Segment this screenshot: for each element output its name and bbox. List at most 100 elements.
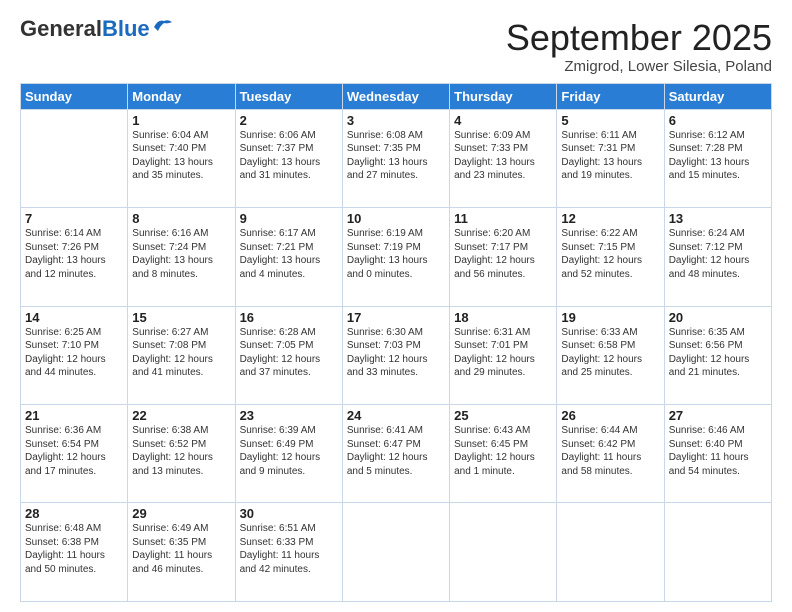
day-info: Sunrise: 6:06 AMSunset: 7:37 PMDaylight:… [240, 129, 338, 183]
day-info: Sunrise: 6:36 AMSunset: 6:54 PMDaylight:… [25, 424, 123, 478]
calendar-cell [557, 503, 664, 602]
day-info: Sunrise: 6:43 AMSunset: 6:45 PMDaylight:… [454, 424, 552, 478]
day-info: Sunrise: 6:48 AMSunset: 6:38 PMDaylight:… [25, 522, 123, 576]
day-info: Sunrise: 6:28 AMSunset: 7:05 PMDaylight:… [240, 326, 338, 380]
calendar-cell: 20Sunrise: 6:35 AMSunset: 6:56 PMDayligh… [664, 306, 771, 404]
calendar-week-1: 7Sunrise: 6:14 AMSunset: 7:26 PMDaylight… [21, 208, 772, 306]
day-number: 17 [347, 310, 445, 325]
calendar-cell: 19Sunrise: 6:33 AMSunset: 6:58 PMDayligh… [557, 306, 664, 404]
calendar-week-0: 1Sunrise: 6:04 AMSunset: 7:40 PMDaylight… [21, 109, 772, 207]
calendar-cell [450, 503, 557, 602]
day-info: Sunrise: 6:22 AMSunset: 7:15 PMDaylight:… [561, 227, 659, 281]
day-info: Sunrise: 6:35 AMSunset: 6:56 PMDaylight:… [669, 326, 767, 380]
day-number: 20 [669, 310, 767, 325]
day-number: 10 [347, 211, 445, 226]
calendar-cell: 1Sunrise: 6:04 AMSunset: 7:40 PMDaylight… [128, 109, 235, 207]
calendar-cell: 15Sunrise: 6:27 AMSunset: 7:08 PMDayligh… [128, 306, 235, 404]
day-number: 29 [132, 506, 230, 521]
calendar-cell: 6Sunrise: 6:12 AMSunset: 7:28 PMDaylight… [664, 109, 771, 207]
day-info: Sunrise: 6:33 AMSunset: 6:58 PMDaylight:… [561, 326, 659, 380]
day-number: 23 [240, 408, 338, 423]
month-title: September 2025 [506, 18, 772, 58]
header-friday: Friday [557, 83, 664, 109]
day-info: Sunrise: 6:24 AMSunset: 7:12 PMDaylight:… [669, 227, 767, 281]
calendar-cell: 29Sunrise: 6:49 AMSunset: 6:35 PMDayligh… [128, 503, 235, 602]
calendar-cell: 12Sunrise: 6:22 AMSunset: 7:15 PMDayligh… [557, 208, 664, 306]
day-info: Sunrise: 6:20 AMSunset: 7:17 PMDaylight:… [454, 227, 552, 281]
day-number: 2 [240, 113, 338, 128]
calendar-cell: 7Sunrise: 6:14 AMSunset: 7:26 PMDaylight… [21, 208, 128, 306]
calendar-cell: 26Sunrise: 6:44 AMSunset: 6:42 PMDayligh… [557, 405, 664, 503]
day-number: 24 [347, 408, 445, 423]
day-info: Sunrise: 6:17 AMSunset: 7:21 PMDaylight:… [240, 227, 338, 281]
day-number: 25 [454, 408, 552, 423]
calendar-week-3: 21Sunrise: 6:36 AMSunset: 6:54 PMDayligh… [21, 405, 772, 503]
day-info: Sunrise: 6:46 AMSunset: 6:40 PMDaylight:… [669, 424, 767, 478]
day-number: 19 [561, 310, 659, 325]
calendar-cell: 3Sunrise: 6:08 AMSunset: 7:35 PMDaylight… [342, 109, 449, 207]
day-number: 28 [25, 506, 123, 521]
header: GeneralBlue September 2025 Zmigrod, Lowe… [20, 18, 772, 75]
calendar-cell: 2Sunrise: 6:06 AMSunset: 7:37 PMDaylight… [235, 109, 342, 207]
calendar-cell: 23Sunrise: 6:39 AMSunset: 6:49 PMDayligh… [235, 405, 342, 503]
logo-general: GeneralBlue [20, 18, 150, 40]
day-info: Sunrise: 6:41 AMSunset: 6:47 PMDaylight:… [347, 424, 445, 478]
calendar-week-2: 14Sunrise: 6:25 AMSunset: 7:10 PMDayligh… [21, 306, 772, 404]
day-info: Sunrise: 6:27 AMSunset: 7:08 PMDaylight:… [132, 326, 230, 380]
calendar-cell: 28Sunrise: 6:48 AMSunset: 6:38 PMDayligh… [21, 503, 128, 602]
day-number: 27 [669, 408, 767, 423]
day-number: 15 [132, 310, 230, 325]
day-info: Sunrise: 6:49 AMSunset: 6:35 PMDaylight:… [132, 522, 230, 576]
day-info: Sunrise: 6:31 AMSunset: 7:01 PMDaylight:… [454, 326, 552, 380]
calendar-cell: 24Sunrise: 6:41 AMSunset: 6:47 PMDayligh… [342, 405, 449, 503]
calendar-cell: 4Sunrise: 6:09 AMSunset: 7:33 PMDaylight… [450, 109, 557, 207]
day-info: Sunrise: 6:51 AMSunset: 6:33 PMDaylight:… [240, 522, 338, 576]
day-number: 12 [561, 211, 659, 226]
calendar-cell: 11Sunrise: 6:20 AMSunset: 7:17 PMDayligh… [450, 208, 557, 306]
calendar-cell: 5Sunrise: 6:11 AMSunset: 7:31 PMDaylight… [557, 109, 664, 207]
calendar-cell: 14Sunrise: 6:25 AMSunset: 7:10 PMDayligh… [21, 306, 128, 404]
day-info: Sunrise: 6:39 AMSunset: 6:49 PMDaylight:… [240, 424, 338, 478]
calendar-cell: 9Sunrise: 6:17 AMSunset: 7:21 PMDaylight… [235, 208, 342, 306]
calendar-cell: 17Sunrise: 6:30 AMSunset: 7:03 PMDayligh… [342, 306, 449, 404]
calendar-cell [21, 109, 128, 207]
logo: GeneralBlue [20, 18, 174, 40]
calendar-cell: 13Sunrise: 6:24 AMSunset: 7:12 PMDayligh… [664, 208, 771, 306]
calendar-cell: 22Sunrise: 6:38 AMSunset: 6:52 PMDayligh… [128, 405, 235, 503]
calendar-table: Sunday Monday Tuesday Wednesday Thursday… [20, 83, 772, 602]
header-wednesday: Wednesday [342, 83, 449, 109]
day-number: 30 [240, 506, 338, 521]
day-info: Sunrise: 6:11 AMSunset: 7:31 PMDaylight:… [561, 129, 659, 183]
calendar-cell: 8Sunrise: 6:16 AMSunset: 7:24 PMDaylight… [128, 208, 235, 306]
day-number: 13 [669, 211, 767, 226]
day-info: Sunrise: 6:14 AMSunset: 7:26 PMDaylight:… [25, 227, 123, 281]
day-info: Sunrise: 6:25 AMSunset: 7:10 PMDaylight:… [25, 326, 123, 380]
header-tuesday: Tuesday [235, 83, 342, 109]
day-info: Sunrise: 6:16 AMSunset: 7:24 PMDaylight:… [132, 227, 230, 281]
day-number: 7 [25, 211, 123, 226]
day-info: Sunrise: 6:44 AMSunset: 6:42 PMDaylight:… [561, 424, 659, 478]
title-block: September 2025 Zmigrod, Lower Silesia, P… [506, 18, 772, 75]
day-number: 1 [132, 113, 230, 128]
day-number: 14 [25, 310, 123, 325]
day-info: Sunrise: 6:09 AMSunset: 7:33 PMDaylight:… [454, 129, 552, 183]
day-number: 16 [240, 310, 338, 325]
day-number: 18 [454, 310, 552, 325]
calendar-week-4: 28Sunrise: 6:48 AMSunset: 6:38 PMDayligh… [21, 503, 772, 602]
calendar-cell: 21Sunrise: 6:36 AMSunset: 6:54 PMDayligh… [21, 405, 128, 503]
day-number: 21 [25, 408, 123, 423]
header-thursday: Thursday [450, 83, 557, 109]
header-sunday: Sunday [21, 83, 128, 109]
day-info: Sunrise: 6:12 AMSunset: 7:28 PMDaylight:… [669, 129, 767, 183]
day-number: 8 [132, 211, 230, 226]
day-info: Sunrise: 6:04 AMSunset: 7:40 PMDaylight:… [132, 129, 230, 183]
day-number: 11 [454, 211, 552, 226]
page: GeneralBlue September 2025 Zmigrod, Lowe… [0, 0, 792, 612]
calendar-cell: 18Sunrise: 6:31 AMSunset: 7:01 PMDayligh… [450, 306, 557, 404]
calendar-cell: 30Sunrise: 6:51 AMSunset: 6:33 PMDayligh… [235, 503, 342, 602]
calendar-cell: 16Sunrise: 6:28 AMSunset: 7:05 PMDayligh… [235, 306, 342, 404]
day-number: 4 [454, 113, 552, 128]
day-number: 9 [240, 211, 338, 226]
day-number: 6 [669, 113, 767, 128]
weekday-header-row: Sunday Monday Tuesday Wednesday Thursday… [21, 83, 772, 109]
